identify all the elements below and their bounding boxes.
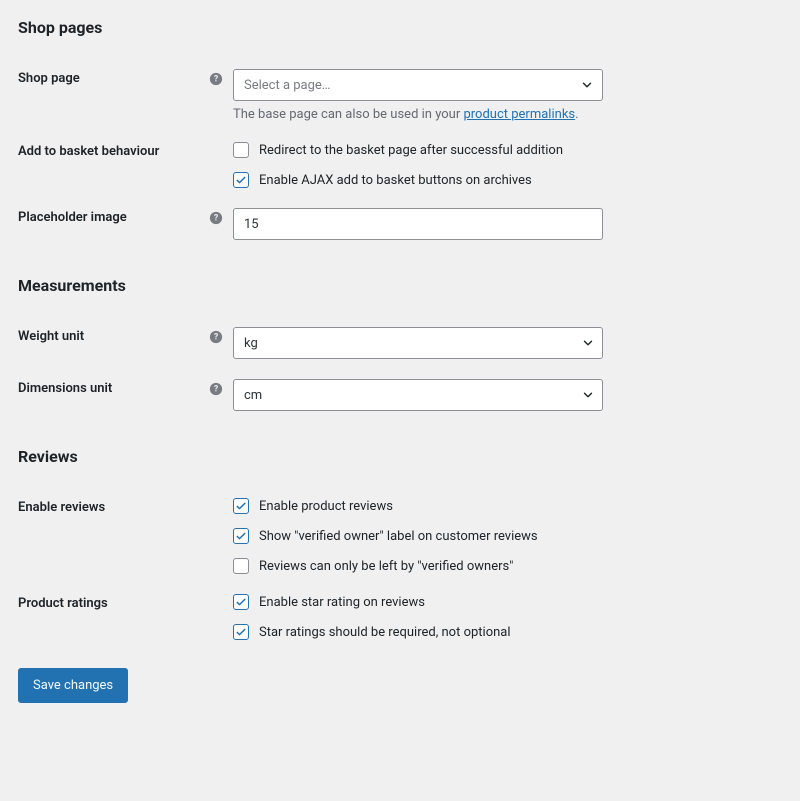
label-product-ratings: Product ratings: [18, 596, 108, 611]
help-icon[interactable]: ?: [209, 330, 223, 344]
checkbox-verified-owner-label[interactable]: [233, 528, 249, 544]
checkbox-label[interactable]: Redirect to the basket page after succes…: [259, 143, 563, 158]
help-icon[interactable]: ?: [209, 382, 223, 396]
shop-page-select[interactable]: Select a page…: [233, 69, 603, 101]
label-shop-page: Shop page: [18, 71, 80, 86]
save-changes-button[interactable]: Save changes: [18, 668, 128, 703]
checkbox-label[interactable]: Enable product reviews: [259, 499, 393, 514]
checkbox-enable-product-reviews[interactable]: [233, 498, 249, 514]
help-icon[interactable]: ?: [209, 72, 223, 86]
checkbox-label[interactable]: Show "verified owner" label on customer …: [259, 529, 538, 544]
checkbox-star-rating-required[interactable]: [233, 624, 249, 640]
label-enable-reviews: Enable reviews: [18, 500, 105, 515]
checkbox-label[interactable]: Star ratings should be required, not opt…: [259, 625, 511, 640]
weight-unit-select[interactable]: kg: [233, 327, 603, 359]
checkbox-label[interactable]: Reviews can only be left by "verified ow…: [259, 559, 513, 574]
checkbox-enable-star-rating[interactable]: [233, 594, 249, 610]
checkbox-label[interactable]: Enable star rating on reviews: [259, 595, 425, 610]
dimensions-unit-select[interactable]: cm: [233, 379, 603, 411]
svg-text:?: ?: [214, 74, 219, 84]
shop-page-description: The base page can also be used in your p…: [233, 107, 782, 122]
settings-table-shop-pages: Shop page ? Select a page… The base page…: [18, 59, 782, 250]
chevron-down-icon: [580, 78, 594, 92]
svg-text:?: ?: [214, 213, 219, 223]
svg-text:?: ?: [214, 384, 219, 394]
shop-page-select-placeholder: Select a page…: [244, 78, 331, 93]
checkbox-ajax-add-basket[interactable]: [233, 172, 249, 188]
help-icon[interactable]: ?: [209, 211, 223, 225]
settings-table-reviews: Enable reviews Enable product reviews Sh…: [18, 488, 782, 650]
product-permalinks-link[interactable]: product permalinks: [463, 107, 575, 122]
section-heading-reviews: Reviews: [18, 447, 782, 466]
label-add-to-basket: Add to basket behaviour: [18, 144, 159, 159]
checkbox-label[interactable]: Enable AJAX add to basket buttons on arc…: [259, 173, 532, 188]
label-weight-unit: Weight unit: [18, 329, 84, 344]
section-heading-shop-pages: Shop pages: [18, 18, 782, 37]
svg-text:?: ?: [214, 332, 219, 342]
section-heading-measurements: Measurements: [18, 276, 782, 295]
checkbox-redirect-basket[interactable]: [233, 142, 249, 158]
checkbox-verified-owners-only[interactable]: [233, 558, 249, 574]
label-dimensions-unit: Dimensions unit: [18, 381, 112, 396]
settings-table-measurements: Weight unit ? kg: [18, 317, 782, 421]
label-placeholder-image: Placeholder image: [18, 210, 127, 225]
placeholder-image-input[interactable]: [233, 208, 603, 240]
